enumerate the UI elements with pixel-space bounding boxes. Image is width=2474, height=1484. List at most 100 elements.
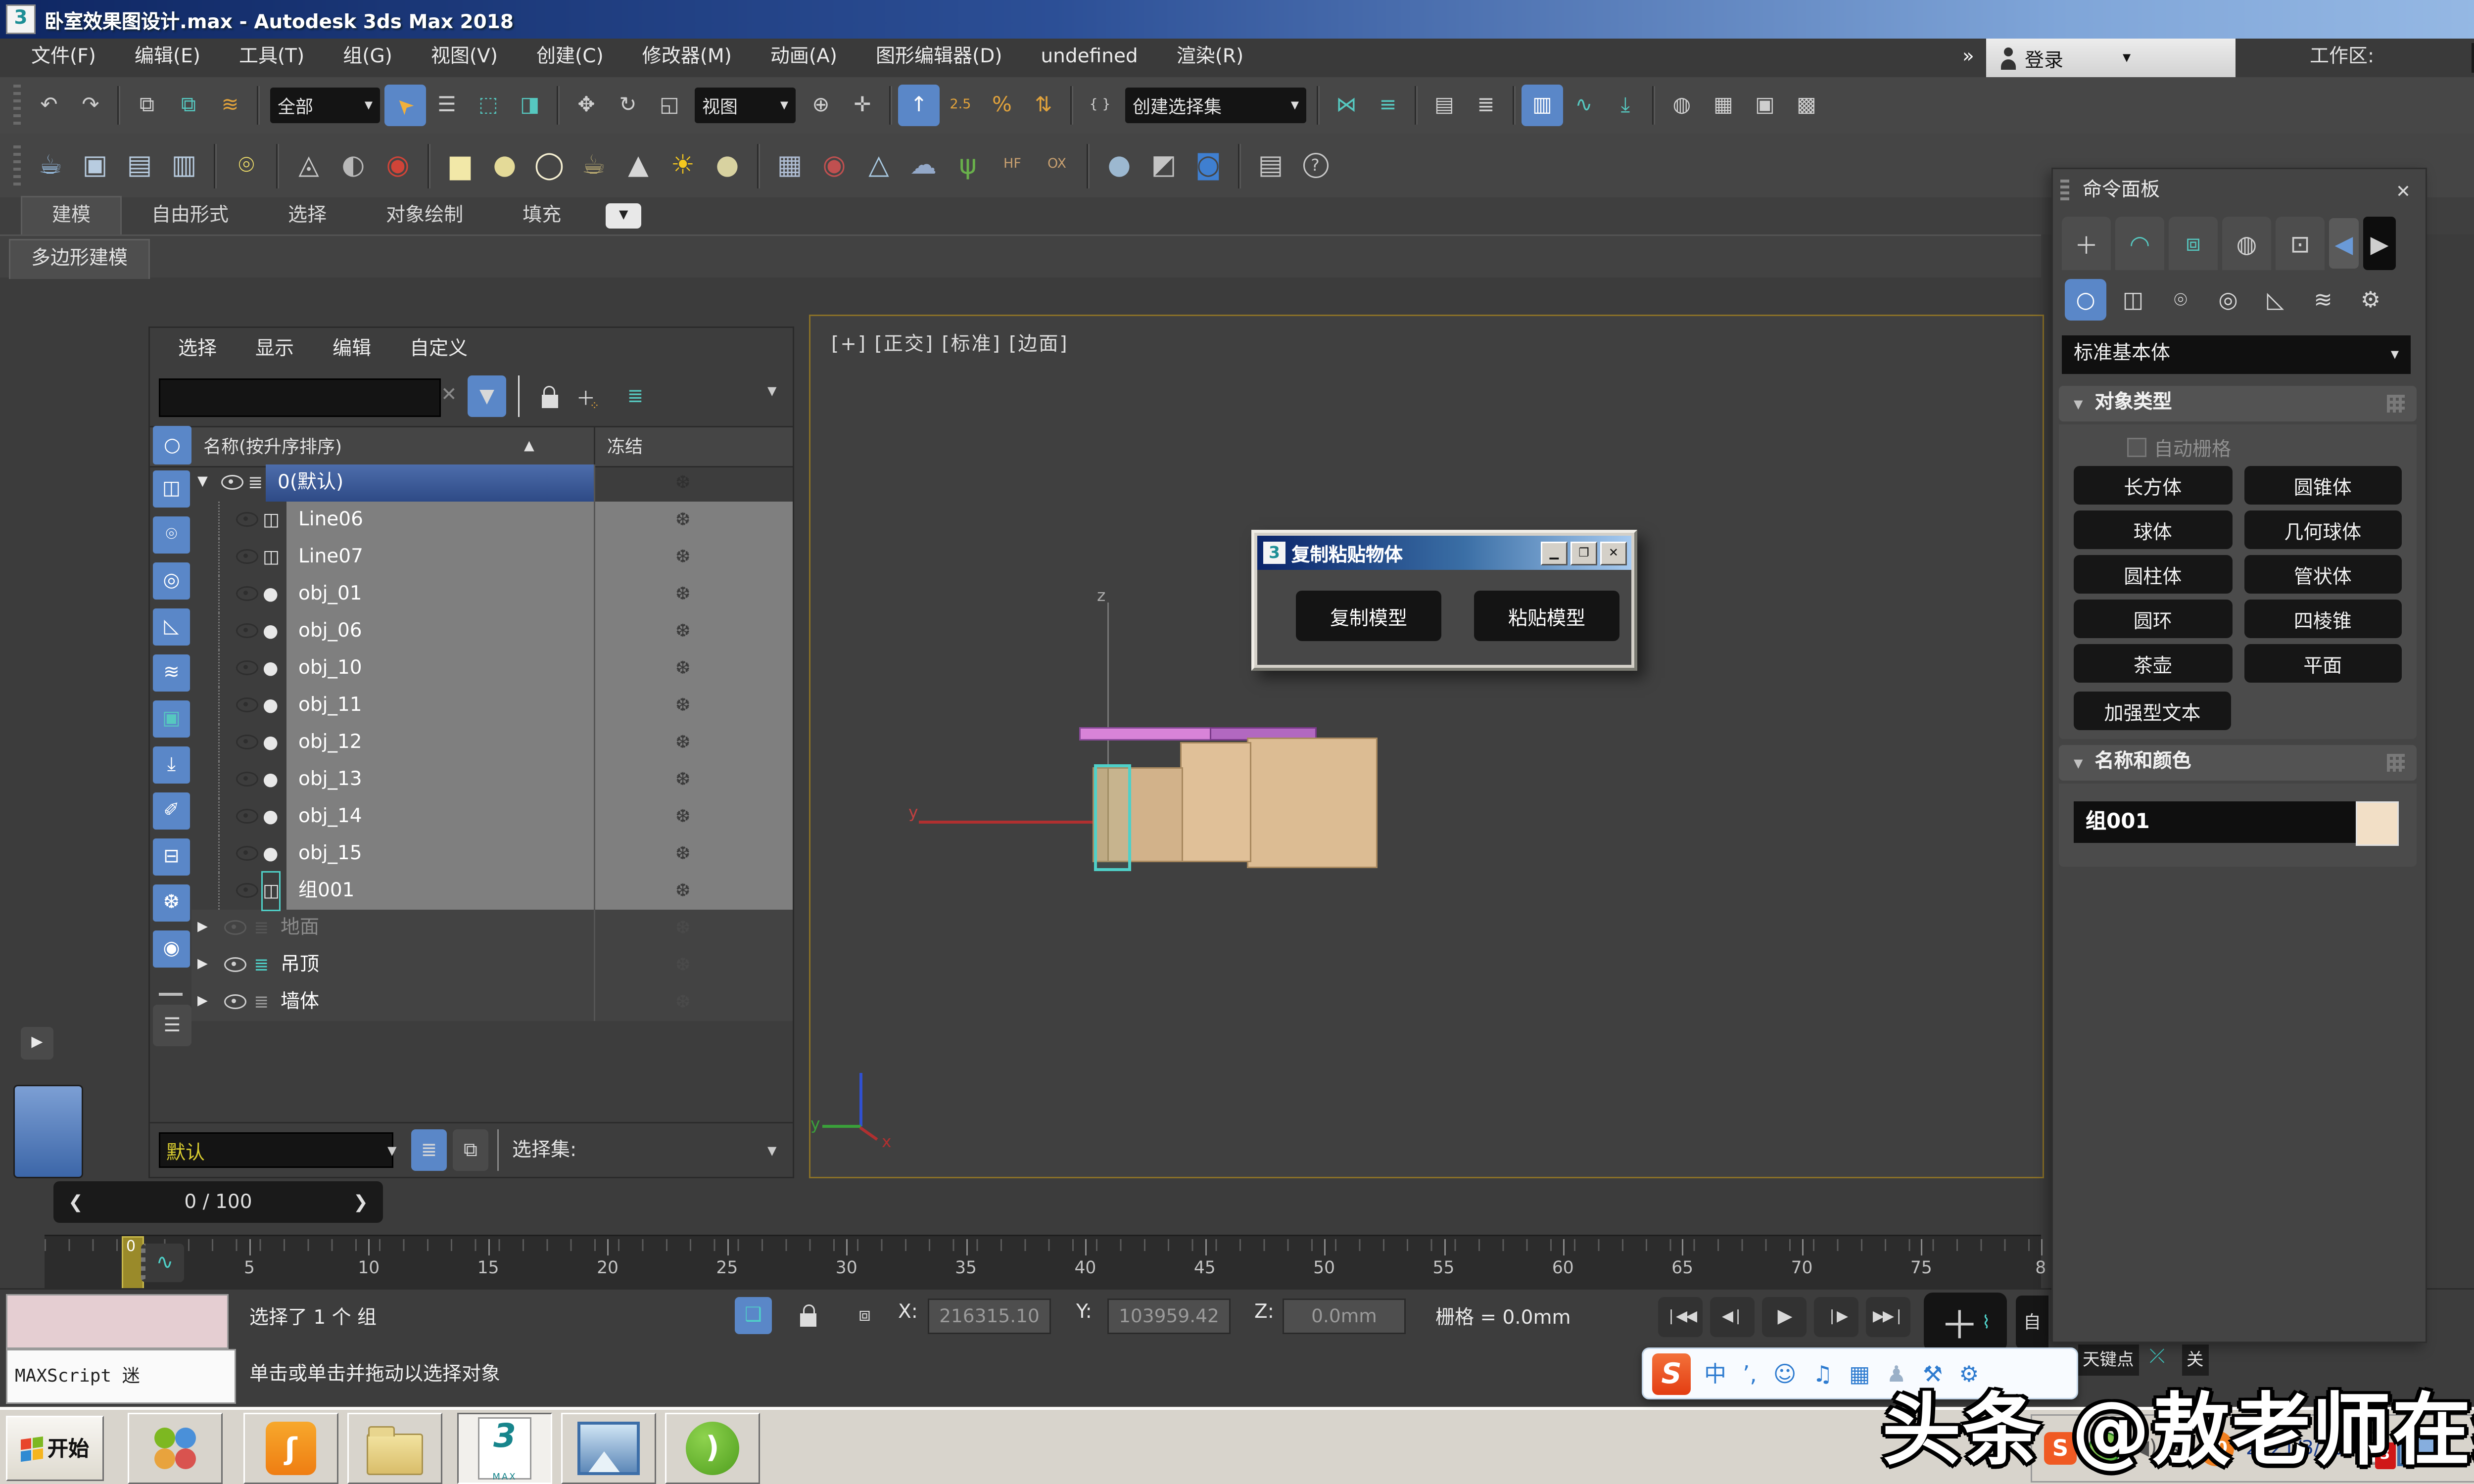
explorer-row[interactable]: ◫Line07❆ (191, 539, 793, 576)
menu-item[interactable]: 工具(T) (220, 39, 324, 77)
parameter-collector-icon[interactable]: ▤ (1248, 140, 1293, 191)
autogrid-checkbox[interactable] (2127, 438, 2146, 457)
camera-from-view-icon[interactable]: ◐ (331, 140, 376, 191)
freeze-toggle-icon[interactable]: ❆ (675, 947, 690, 984)
start-button[interactable]: 开始 (6, 1416, 104, 1481)
mirror-icon[interactable]: ⋈ (1326, 85, 1367, 126)
select-and-scale-icon[interactable]: ◱ (649, 85, 690, 126)
systems-category-icon[interactable]: ⚙ (2350, 279, 2391, 321)
ribbon-tab-object-paint[interactable]: 对象绘制 (356, 197, 493, 234)
bind-to-spacewarp-icon[interactable]: ≋ (209, 85, 251, 126)
login-button[interactable]: 登录 ▼ (1986, 39, 2236, 77)
visibility-eye-icon[interactable] (236, 549, 258, 564)
explorer-row[interactable]: ◫Line06❆ (191, 502, 793, 539)
redo-icon[interactable]: ↷ (70, 85, 111, 126)
explorer-row[interactable]: ●obj_06❆ (191, 613, 793, 650)
copy-model-button[interactable]: 复制模型 (1296, 591, 1441, 641)
plane-light-icon[interactable]: ▆ (438, 140, 482, 191)
hierarchy-tab-icon[interactable]: ⧈ (2169, 217, 2218, 270)
next-frame-button[interactable]: ❘▶ (1814, 1297, 1858, 1337)
menu-item[interactable]: 自定义 (390, 328, 487, 372)
lights-category-icon[interactable]: ⌾ (2160, 279, 2201, 321)
light-lister-icon[interactable]: ⌾ (224, 140, 269, 191)
disc-light-icon[interactable]: ◯ (527, 140, 571, 191)
explorer-row[interactable]: ●obj_14❆ (191, 798, 793, 835)
panel-drag-handle[interactable] (2060, 180, 2069, 203)
taskbar-app-files[interactable] (347, 1413, 442, 1484)
freeze-toggle-icon[interactable]: ❆ (675, 502, 690, 539)
selection-region-icon[interactable]: ⬚ (468, 85, 509, 126)
filter-funnel-icon[interactable]: ▼ (468, 375, 506, 417)
filter-shapes-icon[interactable]: ◫ (153, 470, 190, 508)
object-button[interactable]: 管状体 (2244, 555, 2402, 594)
stereo-camera-icon[interactable]: ◉ (376, 140, 420, 191)
toggle-layer-explorer-icon[interactable]: ≣ (1465, 85, 1507, 126)
explorer-row[interactable]: ●obj_12❆ (191, 724, 793, 761)
schematic-view-icon[interactable]: ⤓ (1605, 85, 1646, 126)
explorer-search-input[interactable] (159, 378, 441, 417)
cloud-icon[interactable]: ☁ (901, 140, 946, 191)
object-type-rollout[interactable]: ▼对象类型 (2059, 386, 2417, 421)
ribbon-tab-modeling[interactable]: 建模 (21, 196, 122, 234)
named-selection-dropdown[interactable]: 创建选择集▼ (1125, 88, 1306, 123)
toggle-scene-explorer-icon[interactable]: ▤ (1424, 85, 1465, 126)
visibility-eye-icon[interactable] (224, 920, 246, 935)
explorer-row[interactable]: ●obj_01❆ (191, 576, 793, 613)
visibility-eye-icon[interactable] (221, 475, 243, 490)
ribbon-tab-selection[interactable]: 选择 (258, 197, 356, 234)
visibility-eye-icon[interactable] (236, 772, 258, 787)
explorer-row[interactable]: ▶≣地面❆ (191, 910, 793, 947)
sphere-light-icon[interactable]: ● (482, 140, 527, 191)
freeze-toggle-icon[interactable]: ❆ (675, 798, 690, 835)
selected-object-wireframe[interactable] (1094, 764, 1131, 871)
layer-list-icon[interactable]: ≣ (411, 1129, 447, 1171)
hierarchy-view-icon[interactable]: ⧉ (453, 1129, 488, 1171)
freeze-toggle-icon[interactable]: ❆ (675, 724, 690, 761)
render-production-icon[interactable]: ▩ (1786, 85, 1827, 126)
visibility-eye-icon[interactable] (236, 846, 258, 861)
geometry-category-icon[interactable]: ○ (2065, 279, 2106, 321)
rendered-frame-icon[interactable]: ▣ (1744, 85, 1786, 126)
filter-helpers-icon[interactable]: ◺ (153, 608, 190, 646)
freeze-toggle-icon[interactable]: ❆ (675, 835, 690, 873)
menu-overflow-chevron[interactable]: » (1962, 39, 1974, 77)
spacewarps-category-icon[interactable]: ≋ (2302, 279, 2344, 321)
metal-material-icon[interactable]: ▦ (767, 140, 812, 191)
motion-tab-icon[interactable]: ◍ (2222, 217, 2271, 270)
material-editor-icon[interactable]: ◍ (1661, 85, 1703, 126)
object-button[interactable]: 几何球体 (2244, 510, 2402, 549)
toggle-ribbon-icon[interactable]: ▥ (1522, 85, 1563, 126)
explorer-row[interactable]: ●obj_13❆ (191, 761, 793, 798)
visibility-eye-icon[interactable] (236, 623, 258, 638)
primitive-type-dropdown[interactable]: 标准基本体 ▼ (2062, 335, 2411, 374)
unlink-selection-icon[interactable]: ⧉ (168, 85, 209, 126)
explorer-options-caret[interactable]: ▼ (767, 384, 776, 398)
render-teapot-icon[interactable]: ☕ (28, 140, 73, 191)
object-color-swatch[interactable] (2356, 801, 2399, 846)
next-frame-icon[interactable]: ❯ (338, 1192, 383, 1212)
select-object-icon[interactable]: ➤ (384, 85, 426, 126)
menu-item[interactable]: 编辑 (313, 328, 390, 372)
ribbon-dropdown-icon[interactable]: ▼ (606, 203, 641, 229)
freeze-toggle-icon[interactable]: ❆ (675, 576, 690, 613)
next-panel-icon[interactable]: ▶ (2363, 217, 2396, 270)
list-view-icon[interactable]: ☰ (153, 1005, 191, 1046)
dialog-titlebar[interactable]: 3 复制粘贴物体 ▁ ❐ ✕ (1257, 536, 1631, 570)
filter-containers-icon[interactable]: ⤓ (153, 746, 190, 784)
taskbar-app-image-viewer[interactable] (561, 1413, 656, 1484)
physx-sphere-icon[interactable]: ● (1097, 140, 1142, 191)
object-button[interactable]: 圆柱体 (2074, 555, 2232, 594)
gold-teapot-icon[interactable]: ☕ (571, 140, 616, 191)
object-button[interactable]: 球体 (2074, 510, 2232, 549)
angle-snap-icon[interactable]: 2.5 (940, 85, 981, 126)
explorer-row[interactable]: ●obj_15❆ (191, 835, 793, 873)
y-coord-value[interactable]: 103959.42 (1107, 1298, 1231, 1334)
select-and-rotate-icon[interactable]: ↻ (607, 85, 649, 126)
object-button[interactable]: 四棱锥 (2244, 600, 2402, 638)
sogou-logo-icon[interactable]: S (1652, 1353, 1691, 1394)
rendered-frame-window-icon[interactable]: ▣ (73, 140, 117, 191)
go-to-end-button[interactable]: ▶▶❘ (1866, 1297, 1910, 1337)
menu-item[interactable]: 编辑(E) (115, 39, 220, 77)
prev-panel-icon[interactable]: ◀ (2329, 218, 2359, 269)
ime-mode-icon[interactable]: 中 (1704, 1358, 1726, 1389)
